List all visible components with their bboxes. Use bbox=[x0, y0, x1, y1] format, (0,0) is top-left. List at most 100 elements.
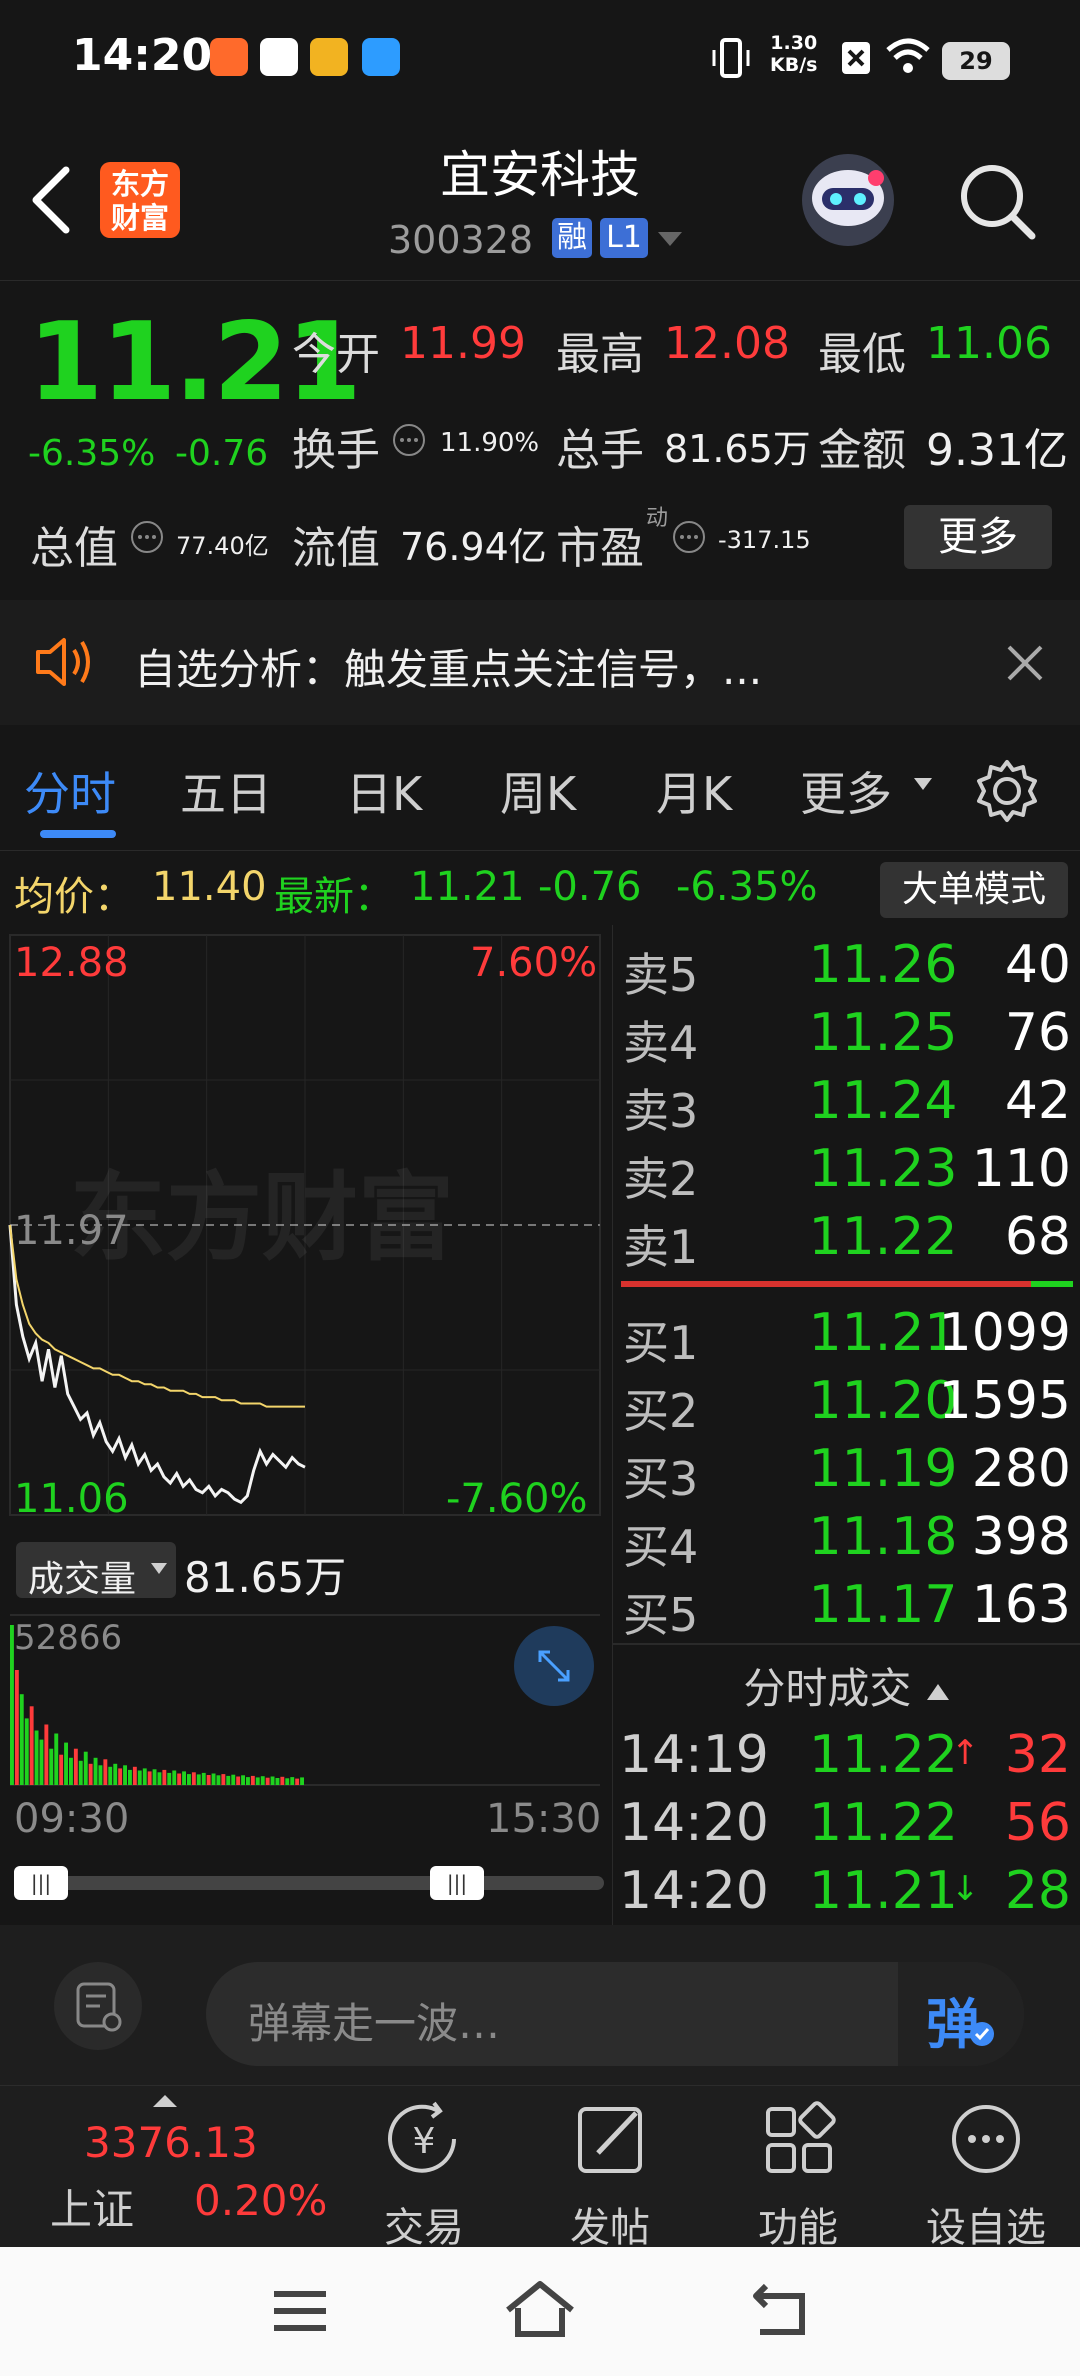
volume-bar bbox=[147, 1771, 152, 1785]
time-end: 15:30 bbox=[486, 1796, 602, 1842]
nav-functions[interactable]: 功能 bbox=[728, 2095, 868, 2251]
more-button[interactable]: 更多 bbox=[904, 505, 1052, 569]
avg-value: 11.40 bbox=[152, 864, 267, 910]
tab-monthly-k[interactable]: 月K bbox=[656, 758, 732, 824]
volume-bar bbox=[290, 1777, 295, 1785]
amount-label: 金额 bbox=[818, 425, 906, 476]
volume-bar bbox=[246, 1777, 250, 1785]
bid-label: 买5 bbox=[623, 1588, 699, 1642]
volume-bar bbox=[93, 1757, 98, 1785]
intraday-chart-area[interactable] bbox=[0, 925, 612, 1925]
ask-row: 卖2 11.23 110 bbox=[613, 1139, 1080, 1207]
tab-daily-k[interactable]: 日K bbox=[346, 758, 422, 824]
danmaku-send-button[interactable]: 弹 bbox=[898, 1962, 1024, 2066]
tab-weekly-k[interactable]: 周K bbox=[500, 758, 576, 824]
tab-five-day[interactable]: 五日 bbox=[180, 758, 272, 824]
volume-bar bbox=[182, 1771, 186, 1785]
app-notification-icon bbox=[210, 38, 248, 76]
dropdown-icon[interactable] bbox=[912, 776, 934, 792]
tab-intraday[interactable]: 分时 bbox=[24, 758, 116, 824]
index-change-pct[interactable]: 0.20% bbox=[194, 2176, 327, 2225]
info-dots-icon[interactable] bbox=[392, 423, 426, 457]
big-order-mode-button[interactable]: 大单模式 bbox=[880, 862, 1068, 918]
volume-bar bbox=[211, 1773, 216, 1785]
volume-bar bbox=[187, 1774, 191, 1785]
danmaku-input-box[interactable]: 弹幕走一波… 弹 bbox=[206, 1962, 1024, 2066]
ask-row: 卖3 11.24 42 bbox=[613, 1071, 1080, 1139]
index-name[interactable]: 上证 bbox=[50, 2176, 134, 2237]
ticks-title[interactable]: 分时成交 bbox=[613, 1655, 1080, 1716]
chart-max-pct: 7.60% bbox=[470, 940, 598, 986]
info-dots-icon[interactable] bbox=[672, 520, 706, 554]
ask-row: 卖4 11.25 76 bbox=[613, 1003, 1080, 1071]
volume-bar bbox=[201, 1772, 206, 1785]
volume-bar bbox=[29, 1706, 34, 1785]
index-value[interactable]: 3376.13 bbox=[84, 2118, 258, 2167]
volume-bar bbox=[54, 1733, 59, 1785]
note-icon bbox=[76, 1982, 122, 2032]
assistant-robot-icon[interactable] bbox=[798, 150, 898, 250]
volume-bar bbox=[152, 1769, 157, 1785]
volume-bar bbox=[24, 1718, 29, 1785]
volume-max-label: 52866 bbox=[14, 1618, 123, 1658]
menu-icon[interactable] bbox=[268, 2284, 332, 2338]
post-list-button[interactable] bbox=[54, 1962, 142, 2050]
range-slider-track[interactable] bbox=[14, 1876, 604, 1890]
ask-label: 卖3 bbox=[623, 1084, 699, 1138]
info-dots-icon[interactable] bbox=[130, 520, 164, 554]
nav-trade[interactable]: ¥ 交易 bbox=[354, 2095, 494, 2251]
ask-volume: 76 bbox=[1004, 1003, 1071, 1063]
volume-bar bbox=[226, 1775, 231, 1785]
volume-bar bbox=[241, 1775, 245, 1785]
volume-label: 总手 bbox=[556, 425, 644, 476]
price-chart-svg[interactable] bbox=[0, 925, 612, 1925]
range-slider-right-handle[interactable]: ||| bbox=[430, 1866, 484, 1900]
volume-bar bbox=[255, 1777, 260, 1785]
ask-bid-ratio-bar-ask bbox=[621, 1281, 1031, 1287]
change-amount: -0.76 bbox=[175, 433, 269, 474]
mail-icon bbox=[260, 38, 298, 76]
chart-min-price: 11.06 bbox=[14, 1476, 129, 1522]
volume-bar bbox=[64, 1742, 68, 1785]
volume-selector[interactable]: 成交量 bbox=[16, 1542, 176, 1600]
ask-label: 卖1 bbox=[623, 1220, 699, 1274]
close-icon[interactable] bbox=[1005, 643, 1045, 683]
search-icon[interactable] bbox=[956, 160, 1040, 244]
more-circle-icon bbox=[952, 2105, 1020, 2173]
ticks-title-label: 分时成交 bbox=[743, 1664, 912, 1713]
ask-volume: 68 bbox=[1004, 1207, 1071, 1267]
volume-bar bbox=[280, 1776, 285, 1785]
range-slider-left-handle[interactable]: ||| bbox=[14, 1866, 68, 1900]
volume-bar bbox=[295, 1778, 300, 1785]
volume-bar bbox=[285, 1778, 290, 1785]
volume-bar bbox=[113, 1763, 118, 1785]
back-nav-icon[interactable] bbox=[748, 2280, 812, 2340]
ask-volume: 40 bbox=[1004, 935, 1071, 995]
stock-name: 宜安科技 bbox=[440, 146, 640, 204]
edit-icon bbox=[578, 2107, 642, 2173]
nav-post[interactable]: 发帖 bbox=[540, 2095, 680, 2251]
home-icon[interactable] bbox=[502, 2278, 578, 2342]
margin-tag: 融 bbox=[552, 218, 592, 258]
level-tag: L1 bbox=[600, 218, 648, 258]
volume-bar bbox=[69, 1757, 73, 1785]
volume-bar bbox=[270, 1776, 275, 1785]
fullscreen-button[interactable] bbox=[514, 1626, 594, 1706]
settings-gear-icon[interactable] bbox=[972, 756, 1042, 826]
dropdown-icon[interactable] bbox=[656, 230, 684, 250]
volume-bar bbox=[177, 1773, 182, 1785]
volume-bar bbox=[157, 1772, 162, 1785]
tab-more[interactable]: 更多 bbox=[800, 758, 892, 824]
tab-active-indicator bbox=[40, 830, 116, 838]
ask-price: 11.25 bbox=[808, 1003, 958, 1063]
ask-label: 卖4 bbox=[623, 1016, 699, 1070]
nav-add-favorite[interactable]: 设自选 bbox=[916, 2095, 1056, 2251]
bid-volume: 163 bbox=[971, 1575, 1071, 1635]
volume-bar bbox=[19, 1694, 24, 1785]
yen-circle-icon: ¥ bbox=[388, 2101, 456, 2173]
volume-bar bbox=[39, 1739, 44, 1785]
ask-row: 卖1 11.22 68 bbox=[613, 1207, 1080, 1275]
volume-bar bbox=[167, 1772, 172, 1785]
nav-trade-label: 交易 bbox=[384, 2205, 464, 2251]
bid-label: 买4 bbox=[623, 1520, 699, 1574]
